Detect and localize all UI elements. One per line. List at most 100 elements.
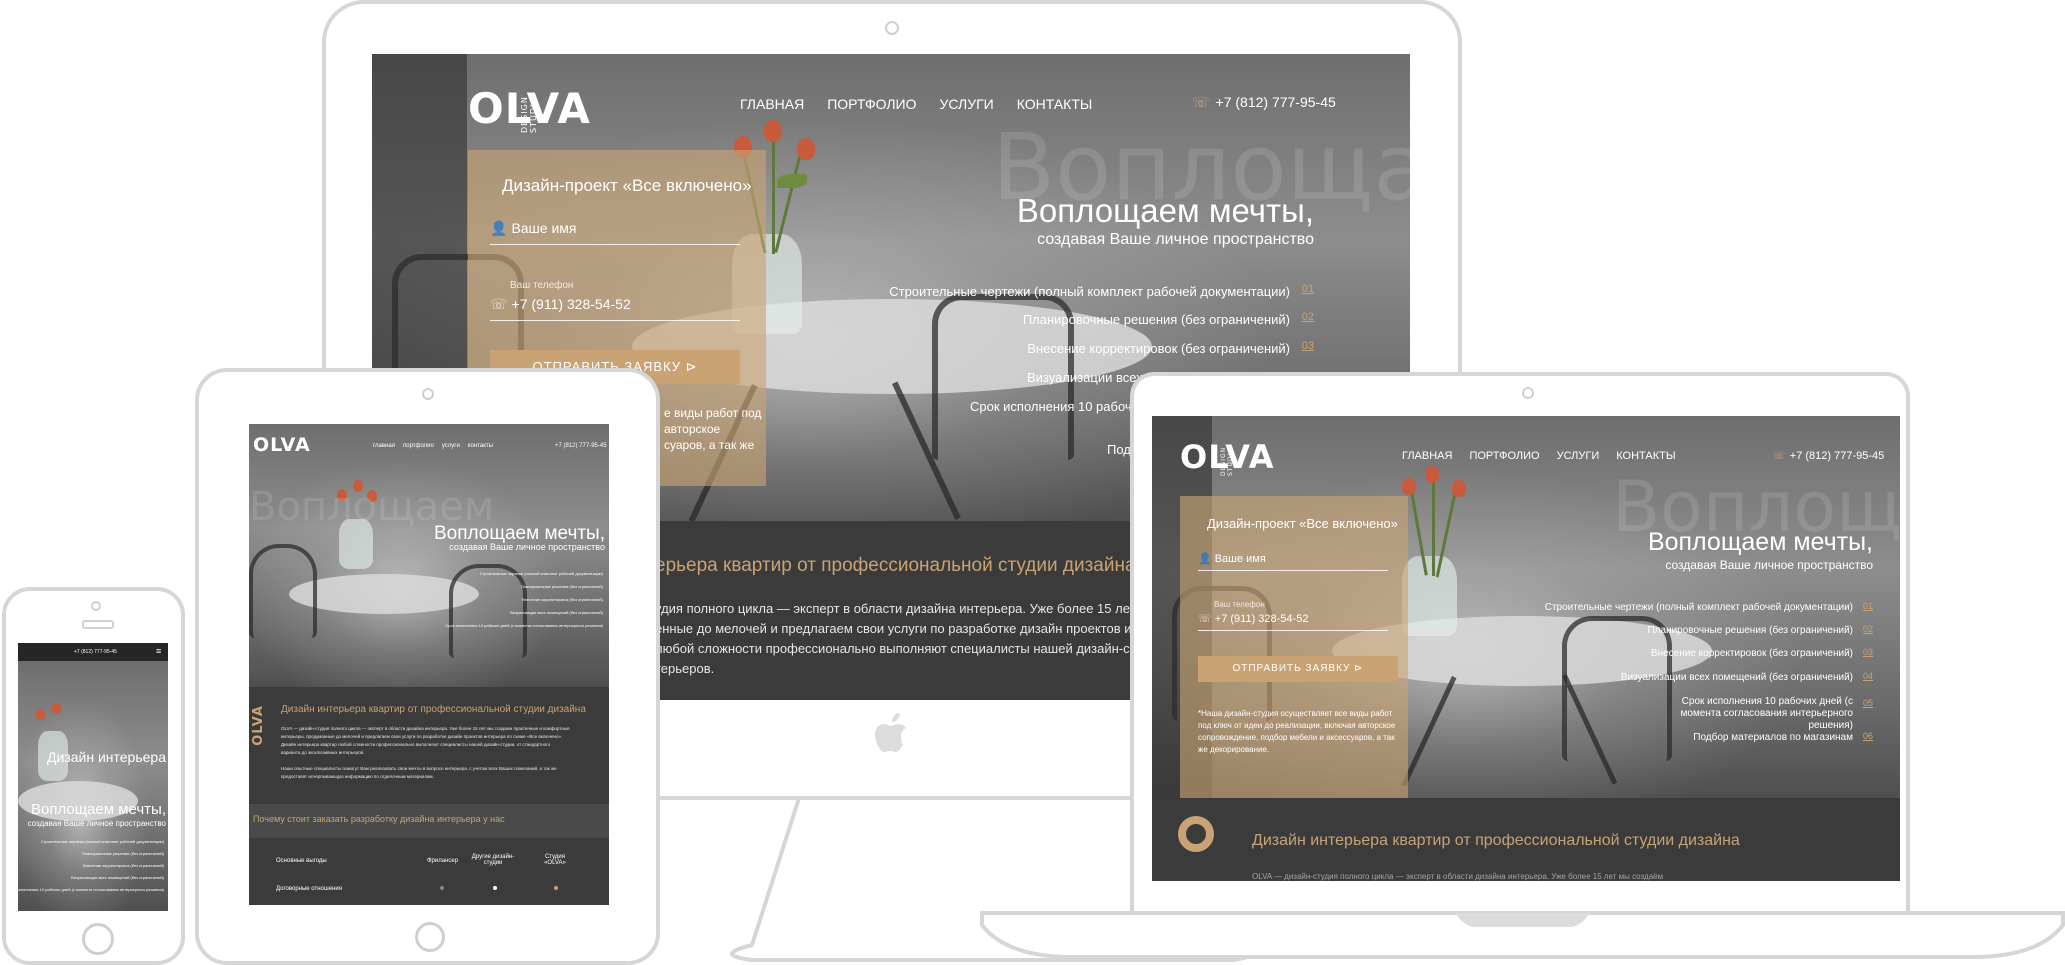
phone-device: +7 (812) 777-95-45 ≡ Дизайн интерьера Во… bbox=[2, 587, 185, 965]
submit-button[interactable]: ОТПРАВИТЬ ЗАЯВКУ ⊳ bbox=[1198, 656, 1398, 682]
section-text-line: интерьеры, продуманные до мелочей и пред… bbox=[281, 734, 563, 739]
phone-number: +7 (812) 777-95-45 bbox=[1789, 450, 1885, 462]
table-header: Другие дизайн-студии bbox=[471, 854, 515, 866]
name-input[interactable]: 👤 Ваше имя bbox=[490, 220, 740, 245]
feature-num: 03 bbox=[1862, 647, 1873, 657]
nav-item-contacts[interactable]: КОНТАКТЫ bbox=[1017, 96, 1093, 112]
section-text-line: Дизайн интерьера квартир любой сложности… bbox=[281, 742, 551, 747]
feature-num: 02 bbox=[1862, 624, 1873, 634]
laptop-device: Воплощаем OLVA DESIGN STUDIO ГЛАВНАЯ ПОР… bbox=[980, 372, 2065, 965]
logo[interactable]: OLVA bbox=[253, 434, 311, 456]
feature-item: Планировочные решения (без ограничений) bbox=[1647, 625, 1853, 636]
dot-icon bbox=[440, 886, 444, 890]
feature-num: 05 bbox=[1862, 698, 1873, 708]
feature-num: 03 bbox=[1301, 340, 1314, 352]
form-note-line-1: е виды работ под bbox=[664, 406, 762, 420]
form-note: *Наша дизайн-студия осуществляет все вид… bbox=[1198, 709, 1396, 754]
mobile-title: Дизайн интерьера bbox=[47, 749, 166, 765]
form-title: Дизайн-проект «Все включено» bbox=[1207, 516, 1398, 531]
form-note-line-2: авторское bbox=[664, 422, 721, 436]
phone-speaker bbox=[82, 620, 114, 629]
section-text-line: варианта до эксклюзивных интерьеров. bbox=[281, 750, 365, 755]
phone-icon: ☏ bbox=[1772, 450, 1786, 462]
feature-item: Планировочные решения (без ограничений) bbox=[520, 584, 603, 589]
nav-item-services[interactable]: УСЛУГИ bbox=[1557, 450, 1600, 462]
nav-item-portfolio[interactable]: ПОРТФОЛИО bbox=[1469, 450, 1539, 462]
feature-item: Строительные чертежи (полный комплект ра… bbox=[479, 571, 603, 576]
phone-label: Ваш телефон bbox=[1214, 600, 1265, 609]
header-phone[interactable]: ☏ +7 (812) 777-95-45 bbox=[1772, 449, 1884, 462]
nav-item-home[interactable]: ГЛАВНАЯ bbox=[1402, 450, 1452, 462]
laptop-about-section: Дизайн интерьера квартир от профессионал… bbox=[1152, 798, 1900, 881]
hero-headline: Воплощаем мечты, bbox=[1016, 192, 1314, 229]
phone-input[interactable]: ☏ +7 (911) 328-54-52 bbox=[490, 296, 740, 321]
feature-num: 06 bbox=[1862, 731, 1873, 741]
phone-field-icon: ☏ bbox=[1198, 613, 1212, 625]
feature-item: Внесение корректировок (без ограничений) bbox=[1027, 341, 1290, 356]
logo-tag: DESIGN STUDIO bbox=[520, 96, 538, 133]
nav-item-portfolio[interactable]: портфолио bbox=[403, 443, 434, 449]
hero-headline: Воплощаем мечты, bbox=[30, 801, 166, 818]
apple-logo-icon bbox=[875, 713, 906, 752]
phone-screen: +7 (812) 777-95-45 ≡ Дизайн интерьера Во… bbox=[18, 643, 168, 911]
form-title: Дизайн-проект «Все включено» bbox=[502, 176, 752, 195]
table-header: Студия «OLVA» bbox=[544, 854, 566, 866]
feature-num: 04 bbox=[1862, 671, 1873, 681]
feature-item: Срок исполнения 10 рабочих дней (с момен… bbox=[18, 887, 164, 892]
dot-icon bbox=[493, 886, 497, 890]
logo[interactable]: OLVA DESIGN STUDIO bbox=[468, 84, 591, 133]
user-icon: 👤 bbox=[490, 220, 508, 236]
name-input[interactable]: 👤 Ваше имя bbox=[1198, 552, 1388, 571]
tablet-camera bbox=[422, 388, 434, 400]
feature-item: Планировочные решения (без ограничений) bbox=[1022, 312, 1290, 327]
header-phone[interactable]: +7 (812) 777-95-45 bbox=[555, 443, 607, 449]
tablet-nav: главная портфолио услуги контакты bbox=[373, 443, 493, 449]
nav-item-home[interactable]: ГЛАВНАЯ bbox=[740, 96, 804, 112]
main-nav: ГЛАВНАЯ ПОРТФОЛИО УСЛУГИ КОНТАКТЫ bbox=[740, 96, 1092, 112]
table-row: Договорные отношения bbox=[276, 886, 342, 892]
nav-item-services[interactable]: УСЛУГИ bbox=[939, 96, 993, 112]
lead-form: Дизайн-проект «Все включено» 👤 Ваше имя В… bbox=[1180, 496, 1408, 798]
section-text-line: терьеров. bbox=[655, 661, 715, 676]
why-title: Почему стоит заказать разработку дизайна… bbox=[253, 814, 505, 824]
section-title: Дизайн интерьера квартир от профессионал… bbox=[1252, 832, 1740, 849]
hero-headline: Воплощаем мечты, bbox=[1647, 528, 1873, 556]
nav-item-home[interactable]: главная bbox=[373, 443, 395, 449]
section-text-line: предоставят исчерпывающую информацию по … bbox=[281, 774, 434, 779]
feature-item: Строительные чертежи (полный комплект ра… bbox=[1544, 602, 1853, 613]
nav-item-contacts[interactable]: контакты bbox=[468, 443, 493, 449]
header-phone[interactable]: ☏ +7 (812) 777-95-45 bbox=[1192, 94, 1336, 111]
logo[interactable]: OLVA DESIGN STUDIO bbox=[1180, 438, 1275, 476]
laptop-hero: Воплощаем OLVA DESIGN STUDIO ГЛАВНАЯ ПОР… bbox=[1152, 416, 1900, 798]
laptop-screen: Воплощаем OLVA DESIGN STUDIO ГЛАВНАЯ ПОР… bbox=[1152, 416, 1900, 881]
hamburger-menu-icon[interactable]: ≡ bbox=[156, 646, 161, 656]
tablet-home-button[interactable] bbox=[415, 922, 445, 952]
phone-field-icon: ☏ bbox=[490, 296, 508, 312]
header-phone[interactable]: +7 (812) 777-95-45 bbox=[74, 649, 117, 655]
feature-item: Визуализации всех помещений (без огранич… bbox=[71, 875, 164, 880]
user-icon: 👤 bbox=[1198, 553, 1212, 565]
logo-tag: DESIGN STUDIO bbox=[1220, 446, 1234, 476]
main-nav: ГЛАВНАЯ ПОРТФОЛИО УСЛУГИ КОНТАКТЫ bbox=[1402, 450, 1676, 462]
phone-input[interactable]: ☏ +7 (911) 328-54-52 bbox=[1198, 612, 1388, 631]
phone-hero: Дизайн интерьера Воплощаем мечты, создав… bbox=[18, 661, 168, 911]
nav-item-portfolio[interactable]: ПОРТФОЛИО bbox=[827, 96, 916, 112]
desktop-camera bbox=[885, 21, 899, 35]
hero-subheadline: создавая Ваше личное пространство bbox=[449, 542, 605, 552]
feature-num: 02 bbox=[1301, 311, 1314, 323]
nav-item-contacts[interactable]: КОНТАКТЫ bbox=[1616, 450, 1675, 462]
section-text-line: OLVA — дизайн-студия полного цикла — экс… bbox=[281, 726, 570, 731]
hero-subheadline: создавая Ваше личное пространство bbox=[1665, 558, 1873, 572]
phone-icon: ☏ bbox=[1192, 94, 1210, 110]
feature-item: Внесение корректировок (без ограничений) bbox=[83, 863, 164, 868]
nav-item-services[interactable]: услуги bbox=[442, 443, 460, 449]
arrow-right-icon: ⊳ bbox=[1354, 663, 1364, 674]
tablet-device: Воплощаем OLVA главная портфолио услуги … bbox=[195, 368, 660, 965]
arrow-right-icon: ⊳ bbox=[685, 359, 698, 374]
section-logo: OLVA bbox=[251, 705, 266, 746]
phone-number: +7 (812) 777-95-45 bbox=[1215, 94, 1336, 110]
section-title: Дизайн интерьера квартир от профессионал… bbox=[281, 704, 586, 715]
phone-home-button[interactable] bbox=[82, 923, 114, 955]
feature-item: Строительные чертежи (полный комплект ра… bbox=[889, 284, 1290, 299]
feature-item: Строительные чертежи (полный комплект ра… bbox=[40, 839, 164, 844]
